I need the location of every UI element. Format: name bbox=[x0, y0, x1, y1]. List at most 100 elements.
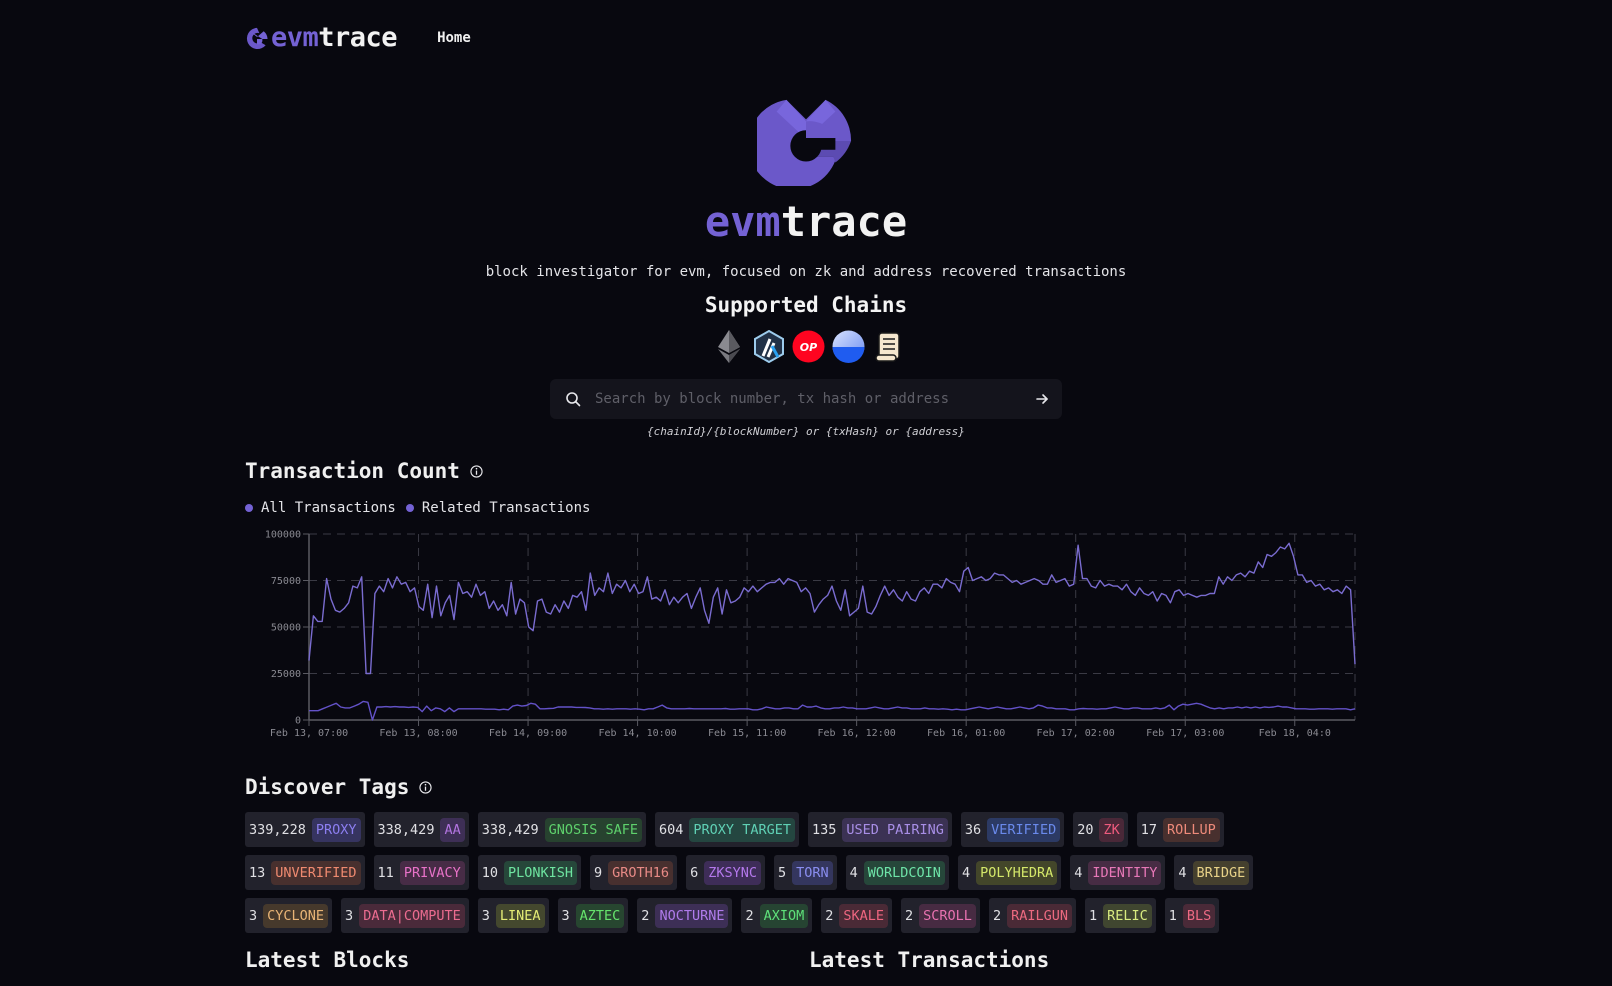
tag-aa[interactable]: 338,429 AA bbox=[373, 812, 469, 847]
legend-dot-icon bbox=[405, 504, 414, 512]
nav-home-link[interactable]: Home bbox=[437, 30, 471, 46]
tag-count: 5 bbox=[777, 864, 787, 881]
chain-ethereum[interactable] bbox=[712, 330, 745, 363]
tag-label: RELIC bbox=[1103, 903, 1152, 928]
tag-zk[interactable]: 20 ZK bbox=[1073, 812, 1128, 847]
tag-label: DATA|COMPUTE bbox=[359, 903, 465, 928]
nav-logo-link[interactable]: evmtrace bbox=[245, 22, 398, 53]
chain-base[interactable] bbox=[832, 330, 865, 363]
search-input[interactable] bbox=[595, 391, 1034, 407]
tag-count: 604 bbox=[659, 821, 684, 838]
tag-label: VERIFIED bbox=[987, 817, 1061, 842]
tag-count: 4 bbox=[961, 864, 971, 881]
page: evmtrace Home evmtrace block investigato… bbox=[0, 0, 1612, 986]
tag-worldcoin[interactable]: 4 WORLDCOIN bbox=[845, 855, 949, 890]
chain-scroll[interactable] bbox=[872, 330, 905, 363]
tag-bls[interactable]: 1 BLS bbox=[1164, 898, 1220, 933]
info-icon[interactable] bbox=[419, 780, 433, 794]
tag-nocturne[interactable]: 2 NOCTURNE bbox=[637, 898, 733, 933]
tag-unverified[interactable]: 13 UNVERIFIED bbox=[245, 855, 365, 890]
tag-label: GNOSIS SAFE bbox=[544, 817, 643, 842]
tag-skale[interactable]: 2 SKALE bbox=[821, 898, 893, 933]
tag-label: USED PAIRING bbox=[842, 817, 948, 842]
tag-count: 4 bbox=[1074, 864, 1083, 881]
legend-related-transactions[interactable]: Related Transactions bbox=[405, 500, 590, 516]
discover-tags-title-text: Discover Tags bbox=[245, 775, 410, 799]
tag-identity[interactable]: 4 IDENTITY bbox=[1070, 855, 1166, 890]
supported-chains-title: Supported Chains bbox=[704, 293, 908, 317]
info-icon[interactable] bbox=[470, 464, 483, 478]
tag-cyclone[interactable]: 3 CYCLONE bbox=[245, 898, 333, 933]
tag-torn[interactable]: 5 TORN bbox=[773, 855, 837, 890]
y-tick-label: 0 bbox=[295, 716, 301, 727]
hero-brand-suffix: trace bbox=[780, 197, 908, 246]
tag-label: WORLDCOIN bbox=[863, 860, 945, 885]
tag-count: 17 bbox=[1140, 821, 1157, 838]
tag-label: ZK bbox=[1099, 817, 1124, 842]
legend-all-transactions[interactable]: All Transactions bbox=[245, 500, 396, 516]
series-line-related-transactions bbox=[309, 700, 1356, 721]
tag-data-compute[interactable]: 3 DATA|COMPUTE bbox=[341, 898, 469, 933]
tag-count: 338,429 bbox=[481, 821, 539, 838]
nav-brand-prefix: evm bbox=[271, 22, 319, 53]
tag-scroll[interactable]: 2 SCROLL bbox=[901, 898, 980, 933]
tag-label: BLS bbox=[1182, 903, 1216, 928]
tag-count: 13 bbox=[249, 864, 266, 881]
tag-aztec[interactable]: 3 AZTEC bbox=[557, 898, 629, 933]
tag-used-pairing[interactable]: 135 USED PAIRING bbox=[807, 812, 952, 847]
tag-row: 339,228 PROXY 338,429 AA 338,429 GNOSIS SAFE 6… bbox=[245, 812, 1385, 847]
x-tick-label: Feb 17, 02:00 bbox=[1037, 728, 1115, 739]
tag-zksync[interactable]: 6 ZKSYNC bbox=[686, 855, 765, 890]
x-tick-label: Feb 13, 08:00 bbox=[379, 728, 457, 739]
y-tick-label: 25000 bbox=[271, 669, 301, 680]
tag-count: 3 bbox=[345, 907, 354, 924]
tag-proxy[interactable]: 339,228 PROXY bbox=[245, 812, 365, 847]
transaction-count-title-text: Transaction Count bbox=[245, 459, 460, 483]
hero-logo-icon bbox=[757, 99, 852, 186]
tag-count: 2 bbox=[992, 907, 1002, 924]
tag-label: NOCTURNE bbox=[655, 903, 729, 928]
tag-verified[interactable]: 36 VERIFIED bbox=[960, 812, 1065, 847]
tag-count: 2 bbox=[745, 907, 754, 924]
nav-brand-suffix: trace bbox=[318, 22, 398, 53]
tags-list: 339,228 PROXY 338,429 AA 338,429 GNOSIS SAFE 6… bbox=[245, 812, 1385, 941]
tag-count: 9 bbox=[594, 864, 603, 881]
tag-bridge[interactable]: 4 BRIDGE bbox=[1174, 855, 1254, 890]
tag-label: LINEA bbox=[495, 903, 545, 928]
discover-tags-title: Discover Tags bbox=[245, 775, 433, 799]
x-tick-label: Feb 16, 12:00 bbox=[818, 728, 896, 739]
tag-label: SCROLL bbox=[919, 903, 976, 928]
nav-wordmark: evmtrace bbox=[271, 22, 398, 53]
tag-rollup[interactable]: 17 ROLLUP bbox=[1136, 812, 1224, 847]
tag-count: 1 bbox=[1089, 907, 1098, 924]
tag-label: TORN bbox=[792, 860, 833, 885]
chain-arbitrum[interactable] bbox=[752, 330, 785, 363]
tag-railgun[interactable]: 2 RAILGUN bbox=[988, 898, 1076, 933]
latest-blocks-title: Latest Blocks bbox=[245, 948, 410, 972]
tag-axiom[interactable]: 2 AXIOM bbox=[741, 898, 813, 933]
tag-groth16[interactable]: 9 GROTH16 bbox=[590, 855, 678, 890]
tag-count: 339,228 bbox=[249, 821, 306, 838]
tag-gnosis-safe[interactable]: 338,429 GNOSIS SAFE bbox=[477, 812, 647, 847]
tag-plonkish[interactable]: 10 PLONKISH bbox=[477, 855, 582, 890]
tag-relic[interactable]: 1 RELIC bbox=[1085, 898, 1156, 933]
tag-count: 2 bbox=[905, 907, 914, 924]
transaction-count-chart: 0 25000 50000 75000 100000 Feb 13, 07:00 Feb 1… bbox=[265, 530, 1356, 739]
tag-count: 1 bbox=[1168, 907, 1177, 924]
tag-proxy-target[interactable]: 604 PROXY TARGET bbox=[655, 812, 799, 847]
tag-linea[interactable]: 3 LINEA bbox=[477, 898, 549, 933]
chain-optimism[interactable]: OP bbox=[792, 330, 825, 363]
tag-count: 3 bbox=[561, 907, 570, 924]
arrow-right-icon[interactable] bbox=[1034, 391, 1050, 407]
latest-transactions-title: Latest Transactions bbox=[809, 948, 1050, 972]
tag-label: SKALE bbox=[839, 903, 889, 928]
base-icon bbox=[832, 330, 865, 363]
search-hint: {chainId}/{blockNumber} or {txHash} or {… bbox=[647, 425, 965, 438]
x-tick-label: Feb 15, 11:00 bbox=[708, 728, 786, 739]
tag-privacy[interactable]: 11 PRIVACY bbox=[373, 855, 469, 890]
tag-label: PRIVACY bbox=[399, 860, 465, 885]
tagline: block investigator for evm, focused on z… bbox=[485, 264, 1127, 280]
legend-dot-icon bbox=[245, 504, 253, 512]
tag-polyhedra[interactable]: 4 POLYHEDRA bbox=[957, 855, 1062, 890]
x-tick-label: Feb 14, 09:00 bbox=[489, 728, 567, 739]
